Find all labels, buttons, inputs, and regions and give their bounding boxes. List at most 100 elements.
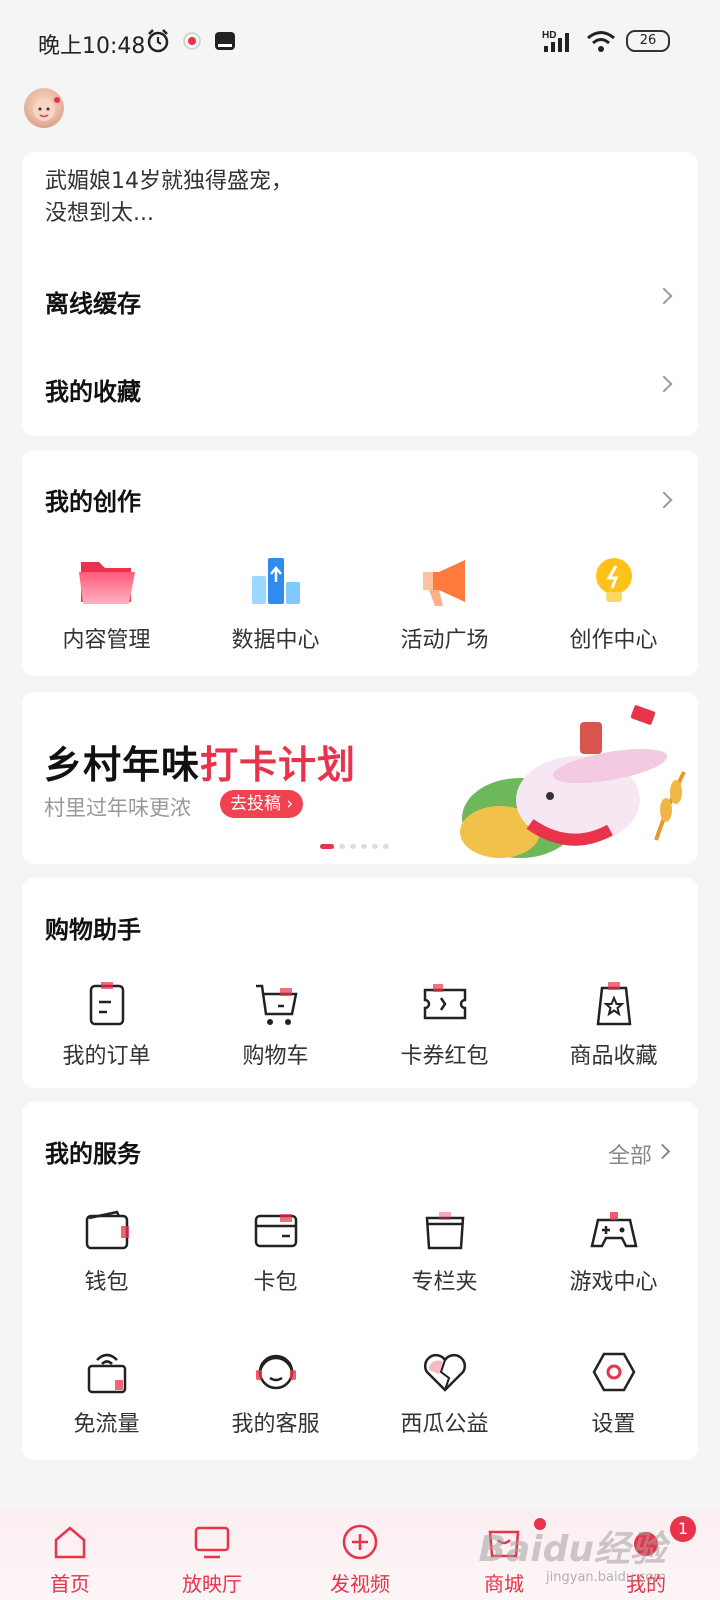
recent-video-title[interactable]: 武媚娘14岁就独得盛宠，没想到太... [45, 166, 305, 230]
battery-indicator: 26 [626, 30, 670, 52]
baidu-watermark: Baidu经验 [478, 1529, 666, 1570]
chevron-right-icon[interactable] [655, 491, 673, 509]
app-notification-icon [215, 32, 235, 50]
services-title: 我的服务 [45, 1140, 141, 1168]
history-menu-card: 武媚娘14岁就独得盛宠，没想到太... 离线缓存 我的收藏 [22, 152, 698, 436]
alarm-icon [147, 29, 169, 53]
shopping-item-coupons[interactable]: 卡券红包 [360, 982, 529, 1070]
settings-hex-icon [592, 1352, 635, 1392]
card-icon [254, 1214, 297, 1248]
bag-star-icon [596, 982, 631, 1026]
shopping-item-label: 卡券红包 [400, 1044, 489, 1069]
service-item-label: 钱包 [84, 1270, 129, 1295]
banner-submit-label: 去投稿 [230, 794, 281, 814]
shopping-title: 购物助手 [45, 916, 141, 944]
cart-icon [255, 984, 298, 1025]
headset-icon [255, 1354, 296, 1390]
gamepad-icon [589, 1212, 638, 1248]
tab-post-video[interactable]: 发视频 [310, 1524, 410, 1597]
tv-icon [194, 1526, 230, 1559]
shopping-item-label: 我的订单 [62, 1044, 151, 1069]
banner-title-red: 打卡计划 [200, 743, 357, 787]
creation-item-data-center[interactable]: 数据中心 [191, 554, 360, 654]
service-item-label: 免流量 [73, 1412, 140, 1437]
banner-title: 乡村年味打卡计划 [44, 734, 356, 789]
banner-subtitle: 村里过年味更浓 [44, 796, 191, 820]
promo-banner[interactable]: 乡村年味打卡计划 村里过年味更浓 去投稿 › [22, 692, 698, 864]
wallet-icon [85, 1210, 129, 1250]
service-item-charity[interactable]: 西瓜公益 [360, 1350, 529, 1438]
shopping-grid: 我的订单 购物车 卡券红包 商品收藏 [22, 982, 698, 1070]
offline-cache-row[interactable]: 离线缓存 [22, 270, 698, 330]
baidu-watermark-url: jingyan.baidu.com [546, 1570, 666, 1585]
order-icon [89, 982, 124, 1026]
service-item-column-folder[interactable]: 专栏夹 [360, 1208, 529, 1296]
folder-icon [78, 562, 135, 604]
lightbulb-icon [595, 558, 632, 602]
heart-icon [423, 1353, 466, 1392]
wifi-icon [587, 31, 615, 52]
tab-theater[interactable]: 放映厅 [162, 1524, 262, 1597]
status-bar: 晚上10:48 HD 26 [0, 0, 720, 80]
service-item-label: 设置 [591, 1412, 636, 1437]
service-item-label: 卡包 [253, 1270, 298, 1295]
shopping-item-product-favorites[interactable]: 商品收藏 [529, 982, 698, 1070]
creation-card: 我的创作 内容管理 数据中心 活动广场 创作中心 [22, 450, 698, 676]
service-item-customer-service[interactable]: 我的客服 [191, 1350, 360, 1438]
creation-title[interactable]: 我的创作 [45, 482, 141, 517]
chevron-right-icon [655, 287, 673, 305]
shopping-item-cart[interactable]: 购物车 [191, 982, 360, 1070]
coupon-icon [423, 984, 466, 1020]
banner-submit-button[interactable]: 去投稿 › [220, 790, 304, 818]
chevron-right-icon[interactable] [654, 1143, 671, 1160]
rabbit-illustration [460, 705, 686, 858]
creation-item-label: 内容管理 [62, 628, 151, 653]
megaphone-icon [422, 560, 465, 606]
favorites-label: 我的收藏 [45, 378, 141, 406]
creation-item-label: 活动广场 [400, 628, 489, 653]
tab-label: 首页 [50, 1572, 90, 1596]
creation-item-content-management[interactable]: 内容管理 [22, 554, 191, 654]
services-all-link[interactable]: 全部 [608, 1138, 652, 1170]
home-icon [54, 1526, 86, 1559]
service-item-card-pack[interactable]: 卡包 [191, 1208, 360, 1296]
shopping-item-label: 购物车 [242, 1044, 309, 1069]
banner-pagination [320, 844, 389, 849]
chevron-right-icon [655, 375, 673, 393]
shopping-assistant-card: 购物助手 我的订单 购物车 卡券红包 商品收藏 [22, 878, 698, 1088]
network-type: HD [542, 30, 556, 41]
favorites-row[interactable]: 我的收藏 [22, 358, 698, 418]
service-item-game-center[interactable]: 游戏中心 [529, 1208, 698, 1296]
service-item-label: 我的客服 [231, 1412, 320, 1437]
folder-column-icon [425, 1212, 464, 1250]
creation-item-label: 数据中心 [231, 628, 320, 653]
service-item-label: 游戏中心 [569, 1270, 658, 1295]
status-time: 晚上10:48 [38, 34, 146, 59]
data-chart-icon [251, 558, 300, 604]
services-grid-row-1: 钱包 卡包 专栏夹 游戏中心 [22, 1208, 698, 1296]
record-icon [183, 32, 201, 50]
tab-label: 放映厅 [182, 1572, 242, 1596]
service-item-label: 专栏夹 [411, 1270, 478, 1295]
offline-cache-label: 离线缓存 [45, 290, 141, 318]
service-item-settings[interactable]: 设置 [529, 1350, 698, 1438]
tab-home[interactable]: 首页 [20, 1524, 120, 1597]
service-item-wallet[interactable]: 钱包 [22, 1208, 191, 1296]
cellular-signal-icon: HD [542, 30, 569, 52]
free-data-icon [87, 1353, 126, 1394]
shopping-item-label: 商品收藏 [569, 1044, 658, 1069]
services-grid-row-2: 免流量 我的客服 西瓜公益 设置 [22, 1350, 698, 1438]
mine-badge: 1 [670, 1516, 696, 1542]
creation-item-activity-plaza[interactable]: 活动广场 [360, 554, 529, 654]
shopping-item-orders[interactable]: 我的订单 [22, 982, 191, 1070]
plus-circle-icon [342, 1524, 378, 1560]
banner-title-black: 乡村年味 [44, 743, 201, 787]
creation-item-creator-center[interactable]: 创作中心 [529, 554, 698, 654]
service-item-label: 西瓜公益 [400, 1412, 489, 1437]
services-card: 我的服务 全部 钱包 卡包 专栏夹 游戏中心 免流量 我的客服 西瓜公益 设置 [22, 1102, 698, 1460]
tab-label: 商城 [484, 1572, 524, 1596]
tab-label: 发视频 [330, 1572, 390, 1596]
avatar[interactable] [24, 88, 64, 128]
creation-item-label: 创作中心 [569, 628, 658, 653]
service-item-free-data[interactable]: 免流量 [22, 1350, 191, 1438]
